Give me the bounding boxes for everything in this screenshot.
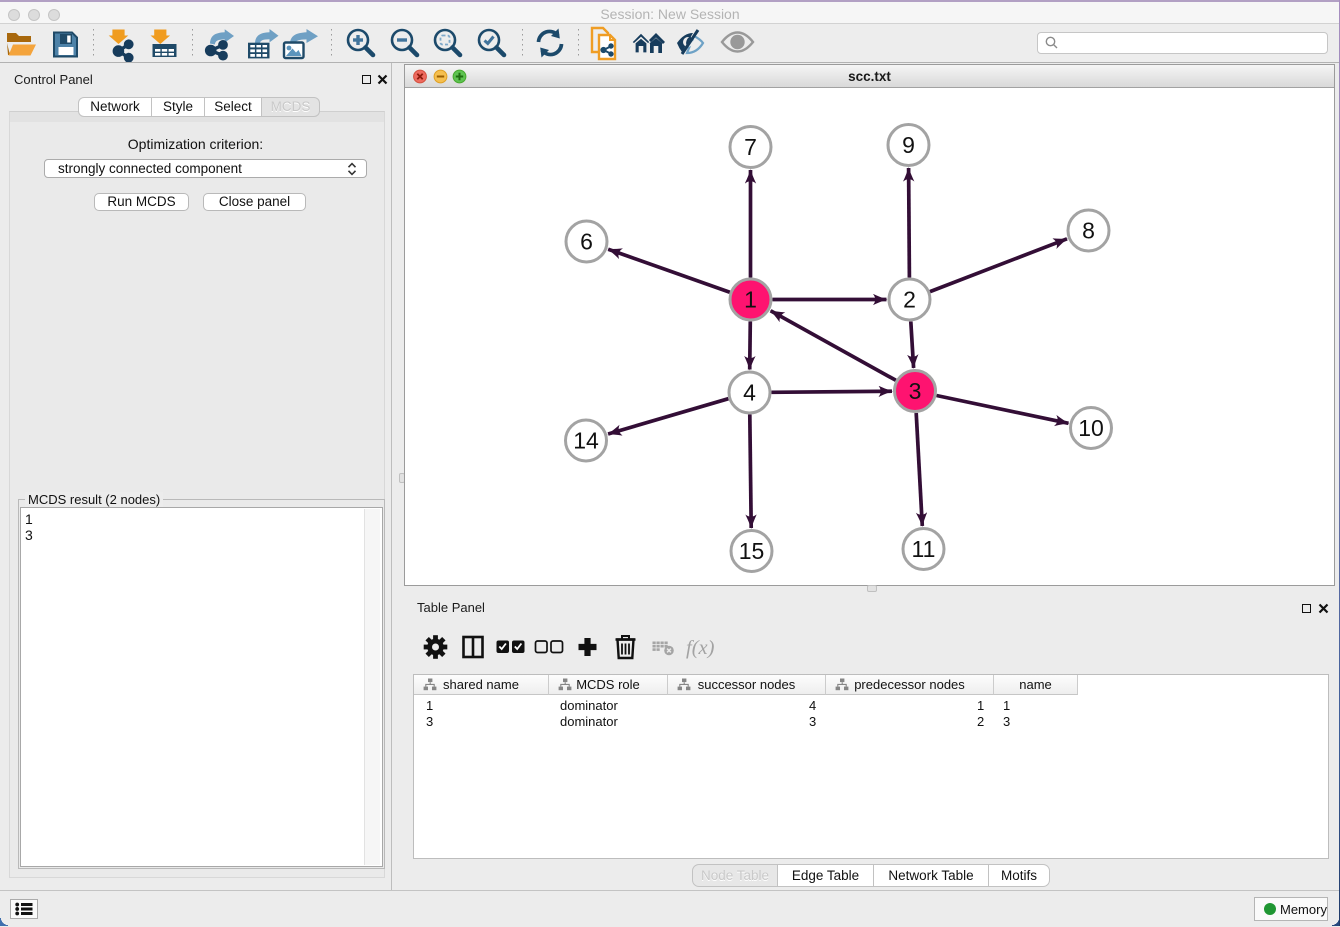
svg-text:11: 11 [912,536,936,562]
svg-text:15: 15 [739,538,765,564]
svg-text:9: 9 [902,132,915,158]
svg-text:8: 8 [1082,218,1095,244]
svg-text:10: 10 [1078,415,1104,441]
svg-text:3: 3 [909,378,922,404]
svg-text:6: 6 [580,229,593,255]
svg-text:f(x): f(x) [686,637,715,659]
svg-text:7: 7 [744,134,757,160]
svg-text:4: 4 [743,380,756,406]
svg-text:1: 1 [744,287,757,313]
svg-text:14: 14 [573,428,599,454]
svg-text:2: 2 [903,287,916,313]
